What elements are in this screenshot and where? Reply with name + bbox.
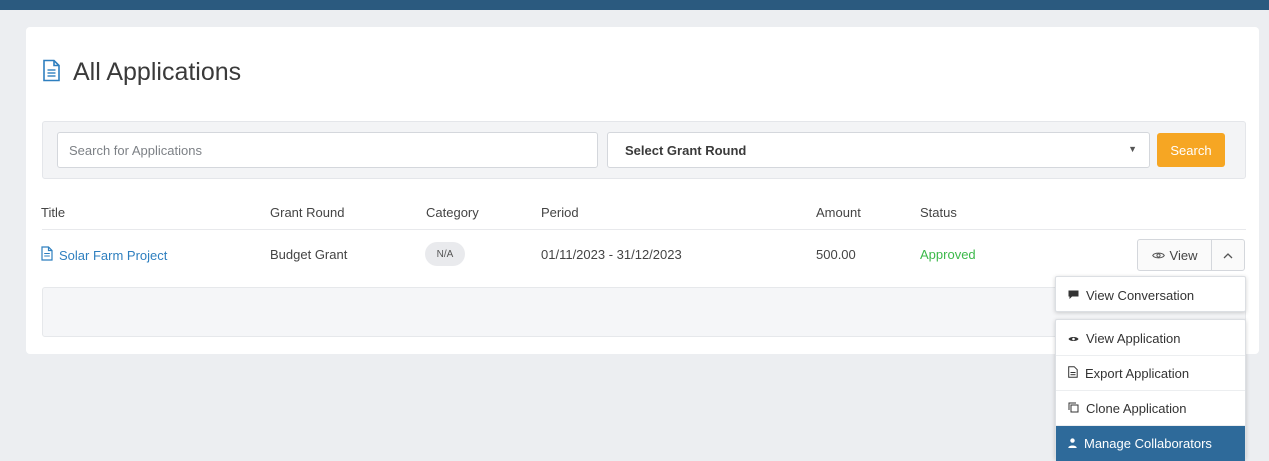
column-header-amount[interactable]: Amount xyxy=(816,205,861,220)
amount-cell: 500.00 xyxy=(816,247,856,262)
person-icon xyxy=(1068,436,1077,451)
menu-item-view-conversation[interactable]: View Conversation xyxy=(1056,277,1245,313)
column-header-status[interactable]: Status xyxy=(920,205,957,220)
menu-item-export-application[interactable]: Export Application xyxy=(1056,355,1245,391)
grant-round-value: Select Grant Round xyxy=(625,143,747,158)
conversation-menu: View Conversation xyxy=(1055,276,1246,312)
actions-dropdown-menu: View Application Export Application Clon… xyxy=(1055,319,1246,461)
search-input[interactable] xyxy=(57,132,598,168)
column-header-category[interactable]: Category xyxy=(426,205,479,220)
chevron-up-icon xyxy=(1223,246,1233,264)
menu-item-label: Export Application xyxy=(1085,366,1190,381)
period-cell: 01/11/2023 - 31/12/2023 xyxy=(541,247,682,262)
column-header-title[interactable]: Title xyxy=(41,205,65,220)
column-header-period[interactable]: Period xyxy=(541,205,579,220)
column-header-grant-round[interactable]: Grant Round xyxy=(270,205,344,220)
menu-item-clone-application[interactable]: Clone Application xyxy=(1056,390,1245,426)
application-title: Solar Farm Project xyxy=(59,247,168,263)
grant-round-select[interactable]: Select Grant Round ▼ xyxy=(607,132,1150,168)
actions-toggle-button[interactable] xyxy=(1212,240,1244,270)
row-action-group: View xyxy=(1137,239,1245,271)
page-header: All Applications xyxy=(42,58,241,87)
document-icon xyxy=(41,246,53,264)
menu-item-label: View Conversation xyxy=(1086,287,1195,303)
export-document-icon xyxy=(1068,366,1078,381)
status-badge: Approved xyxy=(920,247,976,262)
chat-bubble-icon xyxy=(1068,288,1079,303)
top-accent-bar xyxy=(0,0,1269,10)
eye-icon xyxy=(1151,248,1165,263)
menu-item-manage-collaborators[interactable]: Manage Collaborators xyxy=(1056,425,1245,461)
copy-icon xyxy=(1068,401,1079,416)
eye-icon xyxy=(1068,331,1079,346)
grant-round-cell: Budget Grant xyxy=(270,247,348,262)
menu-item-label: Clone Application xyxy=(1086,401,1187,416)
page-title: All Applications xyxy=(73,58,242,86)
view-label: View xyxy=(1169,247,1198,263)
menu-item-label: Manage Collaborators xyxy=(1084,436,1212,451)
header-divider xyxy=(42,229,1246,230)
search-button[interactable]: Search xyxy=(1157,133,1225,167)
caret-down-icon: ▼ xyxy=(1128,144,1137,154)
menu-item-label: View Application xyxy=(1086,330,1181,346)
category-badge: N/A xyxy=(425,242,465,266)
document-icon xyxy=(42,59,61,87)
menu-item-view-application[interactable]: View Application xyxy=(1056,320,1245,356)
view-button[interactable]: View xyxy=(1138,240,1212,270)
application-title-link[interactable]: Solar Farm Project xyxy=(41,246,167,264)
